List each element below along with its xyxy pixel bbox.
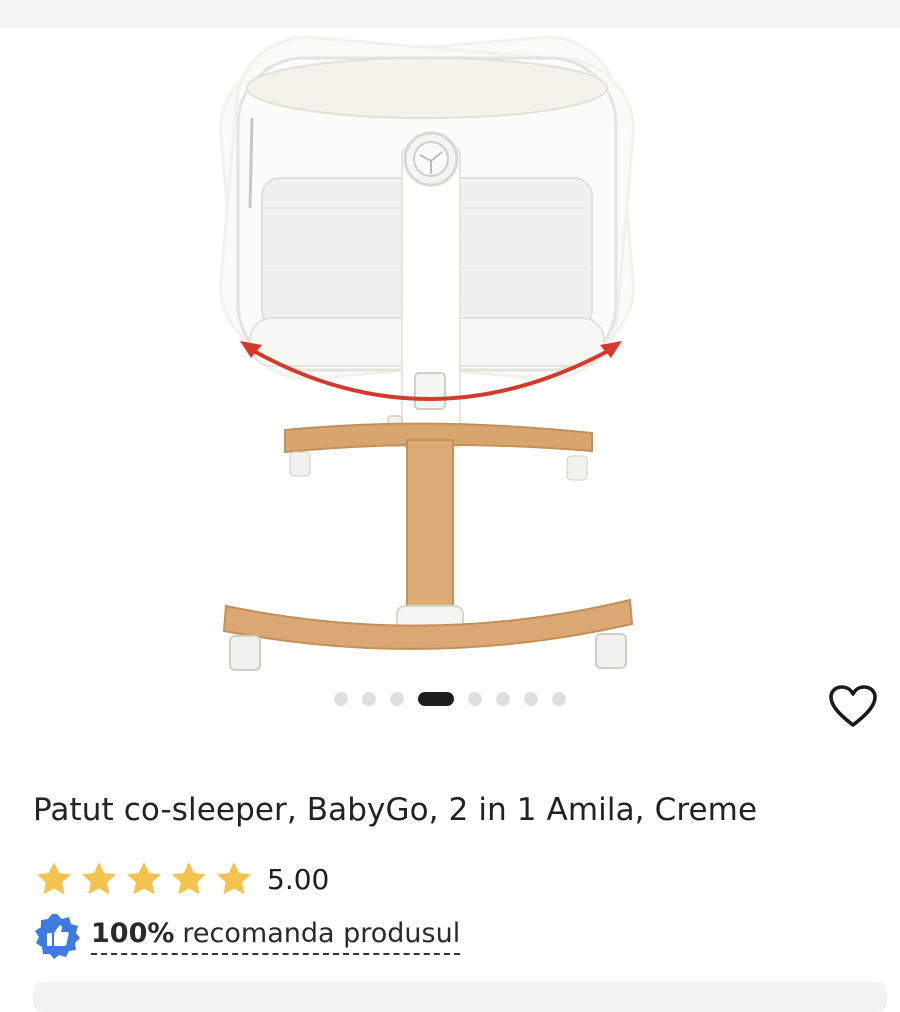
product-gallery[interactable] (0, 28, 900, 740)
top-bar (0, 0, 900, 28)
gallery-dot[interactable] (496, 692, 510, 706)
heart-outline-icon (829, 685, 877, 727)
gallery-dot[interactable] (390, 692, 404, 706)
gallery-dot[interactable] (468, 692, 482, 706)
thumbs-up-badge-icon (35, 914, 80, 959)
recommendation[interactable]: 100% recomanda produsul (33, 912, 461, 960)
star-icon (82, 862, 116, 895)
star-icon (127, 862, 161, 895)
favorite-button[interactable] (826, 682, 880, 732)
rating-stars (33, 859, 255, 899)
product-rating[interactable]: 5.00 (33, 858, 329, 900)
star-icon (37, 862, 71, 895)
recommend-percent: 100% (91, 917, 175, 949)
product-image[interactable] (0, 28, 900, 740)
next-section-card (33, 982, 887, 1012)
gallery-pagination (0, 692, 900, 706)
gallery-dot[interactable] (334, 692, 348, 706)
rating-value: 5.00 (267, 862, 330, 896)
gallery-dot[interactable] (524, 692, 538, 706)
recommendation-text: 100% recomanda produsul (91, 917, 461, 955)
star-icon (172, 862, 206, 895)
product-title: Patut co-sleeper, BabyGo, 2 in 1 Amila, … (33, 792, 758, 828)
gallery-dot-active[interactable] (418, 692, 454, 706)
star-icon (217, 862, 251, 895)
gallery-dot[interactable] (552, 692, 566, 706)
gallery-dot[interactable] (362, 692, 376, 706)
recommend-label: recomanda produsul (182, 917, 461, 949)
